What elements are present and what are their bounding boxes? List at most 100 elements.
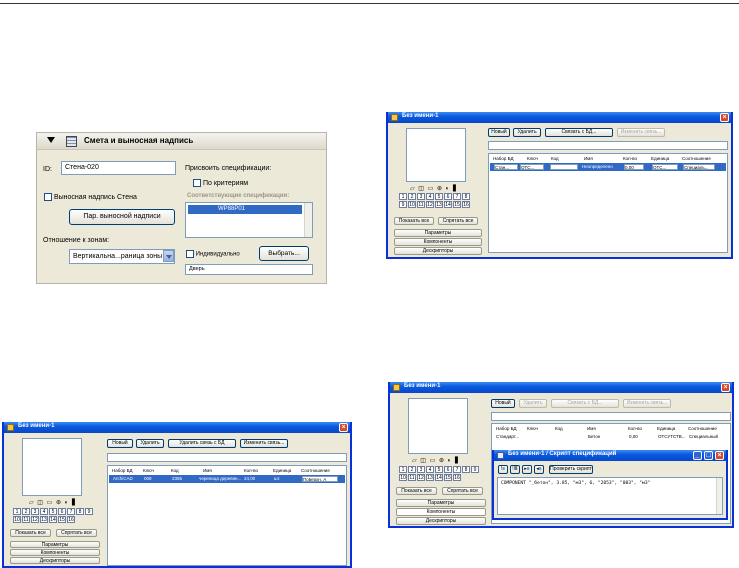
number-button[interactable]: 7 — [453, 466, 461, 473]
number-button[interactable]: 9 — [471, 466, 479, 473]
spec-listbox[interactable]: WP88P01 — [185, 202, 313, 238]
individual-checkbox[interactable] — [186, 250, 194, 258]
number-button[interactable]: 11 — [408, 474, 416, 481]
row-code-field[interactable] — [550, 164, 578, 170]
smeta-panel-header[interactable]: Смета и выносная надпись — [37, 133, 326, 150]
number-button[interactable]: 5 — [435, 193, 443, 200]
number-button[interactable]: 4 — [426, 193, 434, 200]
number-button[interactable]: 6 — [444, 193, 452, 200]
criteria-checkbox[interactable] — [193, 179, 201, 187]
number-button[interactable]: 10 — [399, 474, 407, 481]
tab-components[interactable]: Компоненты — [10, 549, 100, 556]
tab-parameters[interactable]: Параметры — [396, 499, 486, 507]
number-button[interactable]: 14 — [444, 201, 452, 208]
number-button[interactable]: 15 — [58, 516, 66, 523]
view-icons[interactable]: ▱ ◫ ▭ ⊛ ◐ ▋ — [412, 457, 461, 464]
unlink-db-button[interactable]: Удалить связь с БД — [168, 439, 236, 448]
row-db-combo[interactable]: Стан... — [494, 164, 518, 170]
hide-all-button[interactable]: Спрятать все — [442, 487, 483, 495]
spec-list-item[interactable]: WP88P01 — [188, 205, 302, 214]
number-button[interactable]: 11 — [22, 516, 30, 523]
number-button[interactable]: 1 — [13, 508, 21, 515]
number-button[interactable]: 2 — [408, 466, 416, 473]
number-button[interactable]: 8 — [462, 466, 470, 473]
number-button[interactable]: 1 — [399, 193, 407, 200]
view-icons[interactable]: ▱ ◫ ▭ ⊛ ◐ ▋ — [410, 185, 459, 192]
number-button[interactable]: 13 — [426, 474, 434, 481]
title-bar[interactable]: Без имени-1 × — [390, 382, 732, 393]
minimize-icon[interactable]: _ — [693, 451, 702, 460]
number-button[interactable]: 8 — [76, 508, 84, 515]
script-tool-icon[interactable]: !≣ — [510, 465, 520, 474]
title-bar[interactable]: Без имени-1 × — [388, 112, 731, 123]
number-button[interactable]: 8 — [462, 193, 470, 200]
row-relation-combo[interactable]: Поверхн. А — [302, 476, 338, 482]
hide-all-button[interactable]: Спрятать все — [438, 217, 478, 225]
hide-all-button[interactable]: Спрятать все — [56, 529, 97, 537]
number-button[interactable]: 12 — [426, 201, 434, 208]
number-button[interactable]: 12 — [417, 474, 425, 481]
number-button[interactable]: 10 — [408, 201, 416, 208]
number-button[interactable]: 15 — [444, 474, 452, 481]
number-button[interactable]: 10 — [13, 516, 21, 523]
row-unit-combo[interactable]: ОТС... — [652, 164, 678, 170]
number-button[interactable]: 5 — [435, 466, 443, 473]
number-button[interactable]: 15 — [453, 201, 461, 208]
script-tool-icon[interactable]: ▸≡ — [522, 465, 532, 474]
number-button[interactable]: 4 — [426, 466, 434, 473]
number-button[interactable]: 11 — [417, 201, 425, 208]
close-icon[interactable]: × — [339, 423, 348, 432]
change-link-button[interactable]: Изменить связь... — [240, 439, 288, 448]
filter-bar[interactable] — [488, 141, 728, 150]
row-relation-combo[interactable]: Специаль... — [683, 164, 715, 170]
delete-button[interactable]: Удалить — [513, 128, 541, 137]
number-button[interactable]: 14 — [435, 474, 443, 481]
spec-list-scrollbar[interactable] — [304, 203, 312, 237]
show-all-button[interactable]: Показать все — [396, 487, 437, 495]
script-tool-icon[interactable]: ◂≡ — [534, 465, 544, 474]
number-button[interactable]: 12 — [31, 516, 39, 523]
table-row[interactable]: Стандарт... Бетон 0,00 ОТСУТСТВ... Специ… — [493, 433, 729, 441]
number-button[interactable]: 16 — [462, 201, 470, 208]
callout-checkbox[interactable] — [44, 193, 52, 201]
number-button[interactable]: 16 — [67, 516, 75, 523]
new-button[interactable]: Новый — [488, 128, 510, 137]
number-button[interactable]: 9 — [399, 201, 407, 208]
number-button[interactable]: 3 — [417, 193, 425, 200]
number-button[interactable]: 2 — [22, 508, 30, 515]
collapse-arrow-icon[interactable] — [47, 137, 55, 143]
number-button[interactable]: 16 — [453, 474, 461, 481]
title-bar[interactable]: Без имени-1 × — [4, 422, 350, 433]
callout-params-button[interactable]: Пар. выносной надписи — [69, 209, 175, 225]
chevron-down-icon[interactable] — [163, 250, 174, 262]
number-button[interactable]: 3 — [31, 508, 39, 515]
number-button[interactable]: 6 — [444, 466, 452, 473]
close-icon[interactable]: × — [715, 451, 724, 460]
number-button[interactable]: 7 — [67, 508, 75, 515]
new-button[interactable]: Новый — [107, 439, 133, 448]
link-db-button[interactable]: Связать с БД... — [545, 128, 613, 137]
id-input[interactable]: Стена-020 — [61, 161, 176, 175]
show-all-button[interactable]: Показать все — [10, 529, 51, 537]
filter-bar[interactable] — [107, 453, 347, 462]
number-button[interactable]: 2 — [408, 193, 416, 200]
check-script-button[interactable]: Проверить скрипт — [549, 465, 593, 474]
script-tool-icon[interactable]: !≡ — [498, 465, 508, 474]
number-button[interactable]: 3 — [417, 466, 425, 473]
row-key-combo[interactable]: ОТС... — [520, 164, 544, 170]
zones-select[interactable]: Вертикальна...раница зоны — [69, 249, 175, 264]
close-icon[interactable]: × — [721, 383, 730, 392]
tab-parameters[interactable]: Параметры — [10, 541, 100, 548]
script-scrollbar[interactable] — [716, 478, 722, 514]
show-all-button[interactable]: Показать все — [394, 217, 434, 225]
delete-button[interactable]: Удалить — [136, 439, 164, 448]
table-row[interactable]: ArchiCAD 009 2355 черепица деревян... 24… — [109, 475, 345, 483]
view-icons[interactable]: ▱ ◫ ▭ ⊛ ◐ ▋ — [29, 499, 78, 506]
select-button[interactable]: Выбрать... — [259, 246, 309, 261]
number-button[interactable]: 9 — [85, 508, 93, 515]
new-button[interactable]: Новый — [491, 399, 515, 408]
tab-descriptors[interactable]: Дескрипторы — [10, 557, 100, 564]
number-button[interactable]: 14 — [49, 516, 57, 523]
tab-parameters[interactable]: Параметры — [394, 229, 482, 237]
number-button[interactable]: 13 — [435, 201, 443, 208]
